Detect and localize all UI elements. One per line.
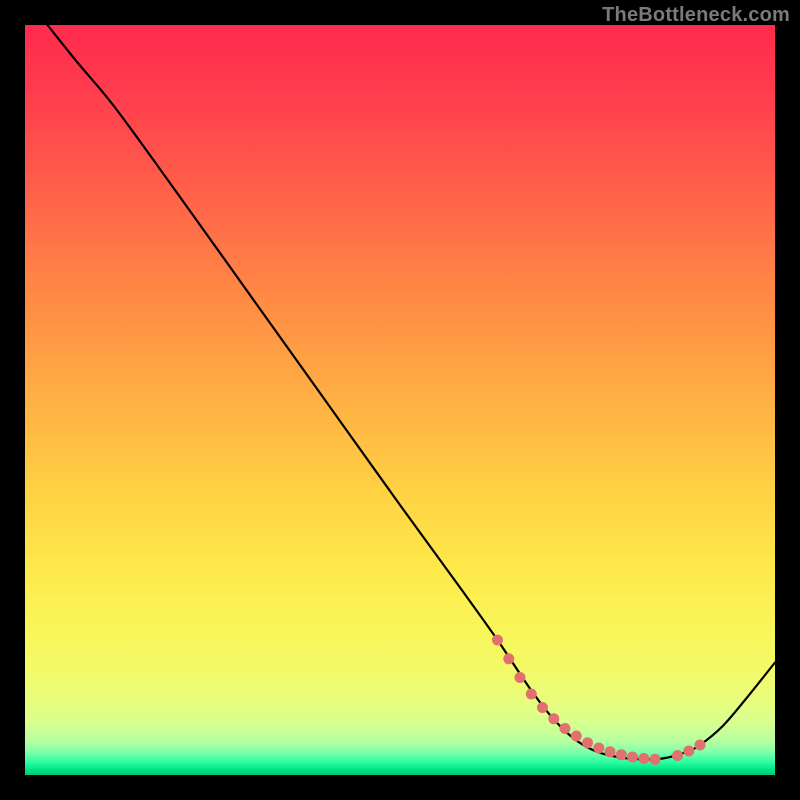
valley-dot [650, 754, 661, 765]
valley-dot [683, 746, 694, 757]
valley-dot [503, 653, 514, 664]
valley-dot [560, 723, 571, 734]
valley-dot [638, 753, 649, 764]
valley-dot [605, 746, 616, 757]
valley-dot [492, 635, 503, 646]
plot-area [25, 25, 775, 775]
valley-dot [582, 737, 593, 748]
valley-dot [571, 731, 582, 742]
valley-dot [515, 672, 526, 683]
valley-dot [537, 702, 548, 713]
valley-marks-group [492, 635, 706, 765]
valley-dot [548, 713, 559, 724]
chart-stage: TheBottleneck.com [0, 0, 800, 800]
valley-dot [593, 743, 604, 754]
valley-dot [616, 749, 627, 760]
watermark-text: TheBottleneck.com [602, 4, 790, 27]
valley-dot [695, 740, 706, 751]
valley-dot [526, 689, 537, 700]
valley-dot [672, 750, 683, 761]
curve-path [48, 25, 776, 759]
chart-svg [25, 25, 775, 775]
valley-dot [627, 752, 638, 763]
